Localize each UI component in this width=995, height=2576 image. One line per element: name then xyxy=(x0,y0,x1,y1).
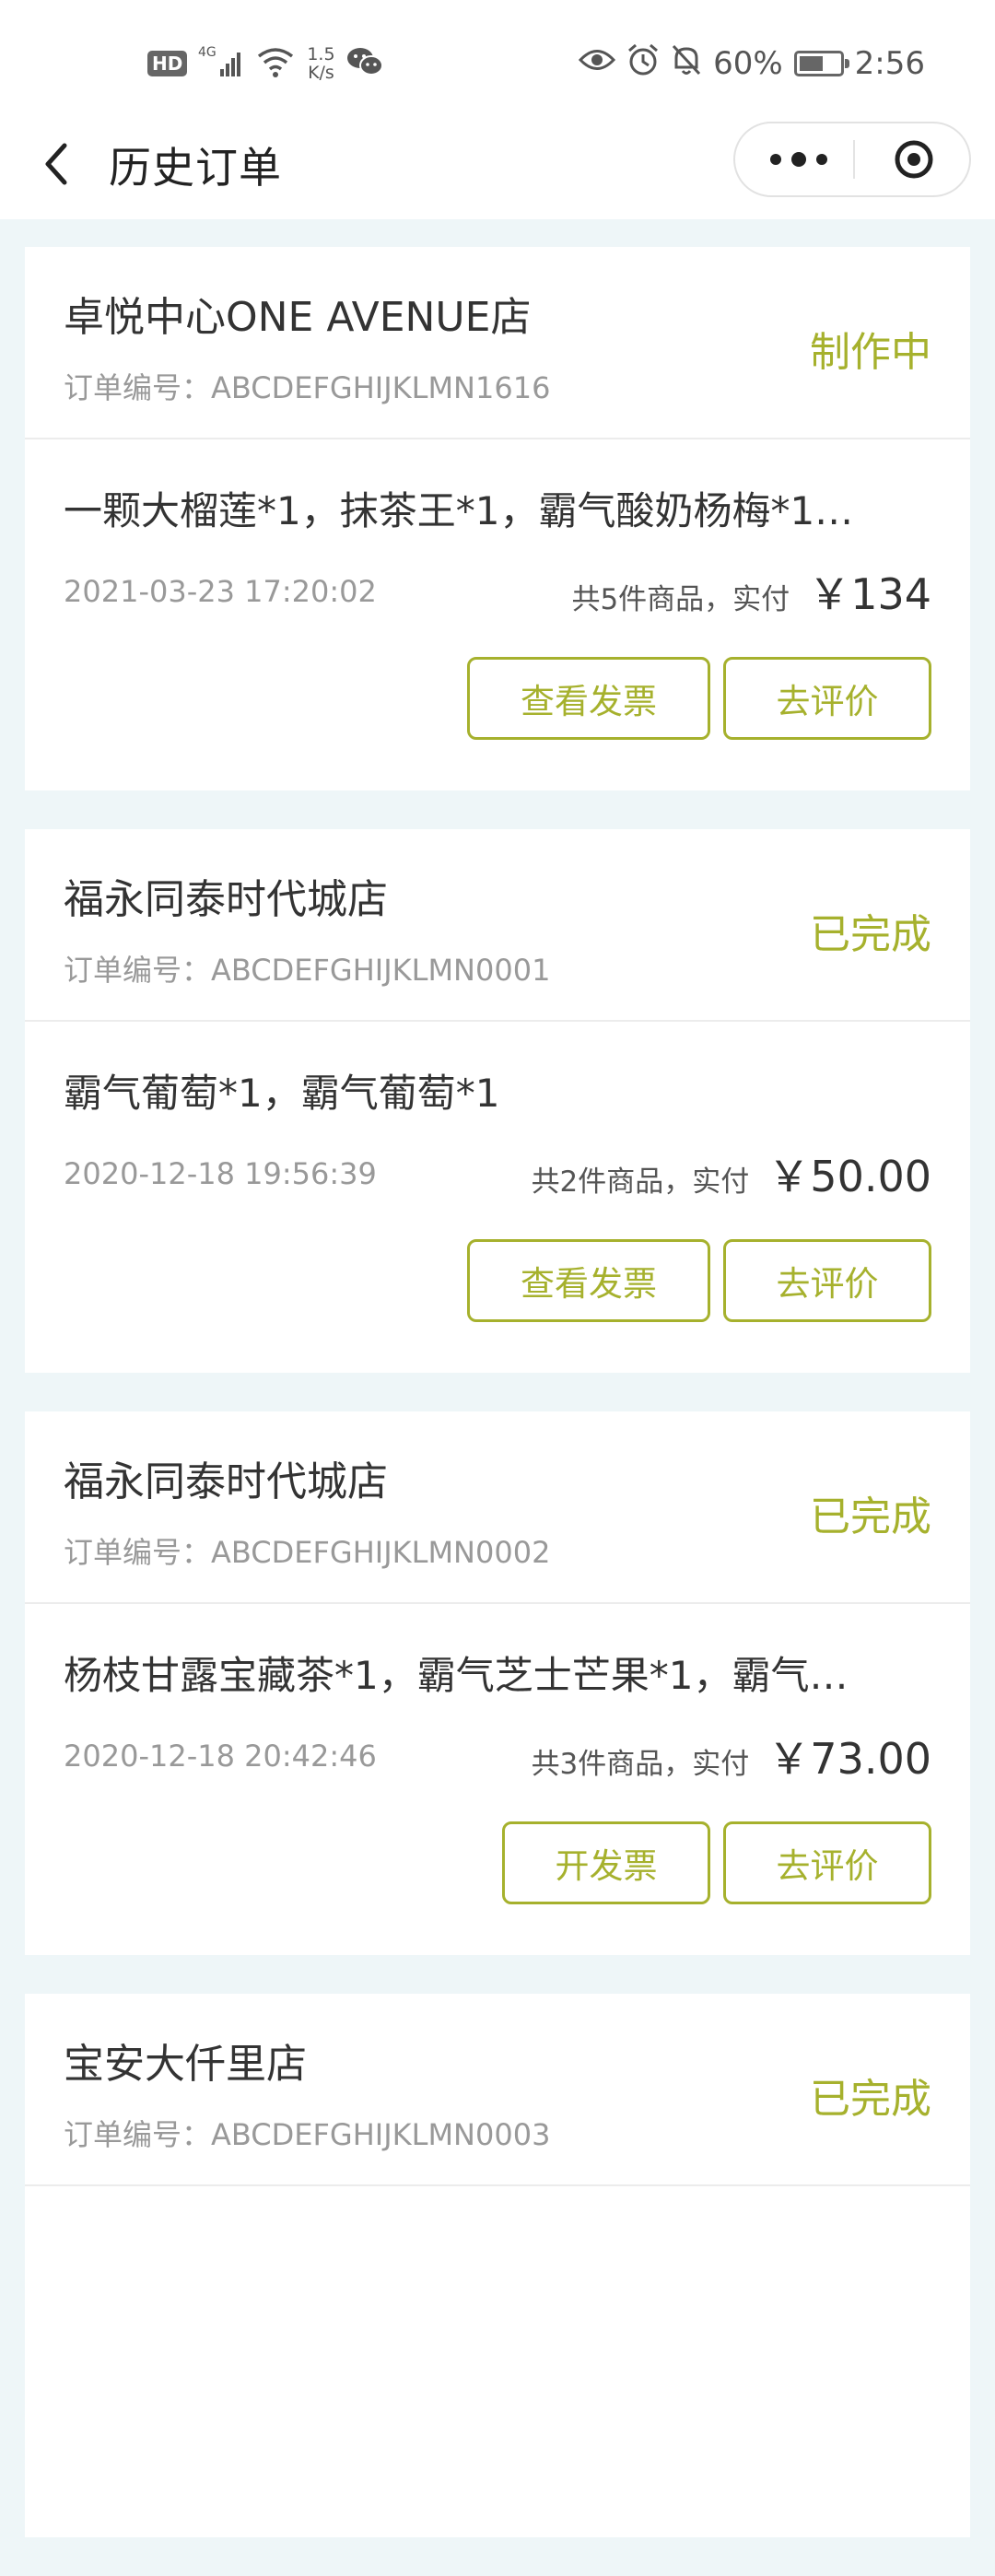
order-actions: 开发票 去评价 xyxy=(502,1821,931,1904)
svg-text:4G: 4G xyxy=(198,45,217,60)
store-name: 宝安大仟里店 xyxy=(64,2041,307,2088)
back-arrow-icon[interactable] xyxy=(37,136,83,192)
network-speed-value: 1.5 xyxy=(307,44,335,64)
order-number: 订单编号：ABCDEFGHIJKLMN1616 xyxy=(64,370,551,405)
item-count: 共5件商品，实付 xyxy=(571,583,790,616)
navigation-bar: 历史订单 xyxy=(0,100,995,219)
order-card-body xyxy=(25,2186,970,2537)
order-card-body: 一颗大榴莲*1，抹茶王*1，霸气酸奶杨梅*1… 2021-03-23 17:20… xyxy=(25,439,970,790)
order-card[interactable]: 宝安大仟里店 订单编号：ABCDEFGHIJKLMN0003 已完成 xyxy=(25,1994,970,2537)
order-card-header: 宝安大仟里店 订单编号：ABCDEFGHIJKLMN0003 已完成 xyxy=(25,1994,970,2186)
capsule-divider xyxy=(853,140,855,179)
close-target-icon[interactable] xyxy=(894,139,934,180)
order-status: 制作中 xyxy=(810,329,931,376)
paid-amount: ￥73.00 xyxy=(767,1734,931,1784)
item-count: 共3件商品，实付 xyxy=(531,1748,750,1781)
order-number: 订单编号：ABCDEFGHIJKLMN0003 xyxy=(64,2117,551,2152)
wifi-icon xyxy=(255,45,296,82)
more-icon[interactable] xyxy=(770,123,827,195)
alarm-icon xyxy=(626,43,660,85)
order-items: 杨枝甘露宝藏茶*1，霸气芝士芒果*1，霸气… xyxy=(64,1653,849,1698)
issue-invoice-button[interactable]: 开发票 xyxy=(502,1821,710,1904)
network-speed-unit: K/s xyxy=(308,63,334,83)
page-title: 历史订单 xyxy=(109,143,282,193)
order-status: 已完成 xyxy=(810,2076,931,2123)
store-name: 福永同泰时代城店 xyxy=(64,1458,388,1505)
order-card-header: 福永同泰时代城店 订单编号：ABCDEFGHIJKLMN0001 已完成 xyxy=(25,829,970,1022)
battery-fill xyxy=(799,56,823,71)
mute-bell-icon xyxy=(671,43,702,85)
battery-icon xyxy=(793,51,849,76)
order-status: 已完成 xyxy=(810,911,931,958)
order-card-header: 卓悦中心ONE AVENUE店 订单编号：ABCDEFGHIJKLMN1616 … xyxy=(25,247,970,439)
order-number: 订单编号：ABCDEFGHIJKLMN0001 xyxy=(64,953,551,988)
order-card[interactable]: 卓悦中心ONE AVENUE店 订单编号：ABCDEFGHIJKLMN1616 … xyxy=(25,247,970,790)
review-button[interactable]: 去评价 xyxy=(723,657,931,740)
order-actions: 查看发票 去评价 xyxy=(467,657,931,740)
status-bar-right: 60% 2:56 xyxy=(578,41,925,87)
hd-badge: HD xyxy=(147,51,188,76)
store-name: 卓悦中心ONE AVENUE店 xyxy=(64,294,532,341)
review-button[interactable]: 去评价 xyxy=(723,1239,931,1322)
paid-amount: ￥134 xyxy=(808,569,931,619)
order-number: 订单编号：ABCDEFGHIJKLMN0002 xyxy=(64,1535,551,1570)
order-items: 霸气葡萄*1，霸气葡萄*1 xyxy=(64,1071,500,1116)
view-invoice-button[interactable]: 查看发票 xyxy=(467,657,710,740)
order-card[interactable]: 福永同泰时代城店 订单编号：ABCDEFGHIJKLMN0001 已完成 霸气葡… xyxy=(25,829,970,1373)
order-time: 2020-12-18 20:42:46 xyxy=(64,1739,377,1774)
view-invoice-button[interactable]: 查看发票 xyxy=(467,1239,710,1322)
order-summary: 共5件商品，实付 ￥134 xyxy=(571,561,931,622)
order-summary: 共2件商品，实付 ￥50.00 xyxy=(532,1143,931,1204)
item-count: 共2件商品，实付 xyxy=(531,1165,750,1199)
order-actions: 查看发票 去评价 xyxy=(467,1239,931,1322)
wechat-icon xyxy=(346,46,383,81)
order-time: 2021-03-23 17:20:02 xyxy=(64,574,377,609)
order-card-header: 福永同泰时代城店 订单编号：ABCDEFGHIJKLMN0002 已完成 xyxy=(25,1411,970,1604)
miniprogram-capsule xyxy=(733,122,971,197)
order-card-body: 霸气葡萄*1，霸气葡萄*1 2020-12-18 19:56:39 共2件商品，… xyxy=(25,1022,970,1373)
paid-amount: ￥50.00 xyxy=(767,1152,931,1201)
status-bar-left: HD 4G 1.5 K/s xyxy=(147,41,383,87)
battery-percent: 60% xyxy=(713,45,783,82)
store-name: 福永同泰时代城店 xyxy=(64,876,388,923)
eye-icon xyxy=(578,45,616,82)
clock-time: 2:56 xyxy=(854,45,925,82)
order-summary: 共3件商品，实付 ￥73.00 xyxy=(532,1726,931,1786)
order-items: 一颗大榴莲*1，抹茶王*1，霸气酸奶杨梅*1… xyxy=(64,488,854,533)
order-card-body: 杨枝甘露宝藏茶*1，霸气芝士芒果*1，霸气… 2020-12-18 20:42:… xyxy=(25,1604,970,1955)
review-button[interactable]: 去评价 xyxy=(723,1821,931,1904)
cellular-signal-icon: 4G xyxy=(198,43,244,84)
order-time: 2020-12-18 19:56:39 xyxy=(64,1156,377,1191)
network-speed: 1.5 K/s xyxy=(307,45,334,82)
order-card[interactable]: 福永同泰时代城店 订单编号：ABCDEFGHIJKLMN0002 已完成 杨枝甘… xyxy=(25,1411,970,1955)
order-list: 卓悦中心ONE AVENUE店 订单编号：ABCDEFGHIJKLMN1616 … xyxy=(25,247,970,2576)
order-status: 已完成 xyxy=(810,1493,931,1540)
